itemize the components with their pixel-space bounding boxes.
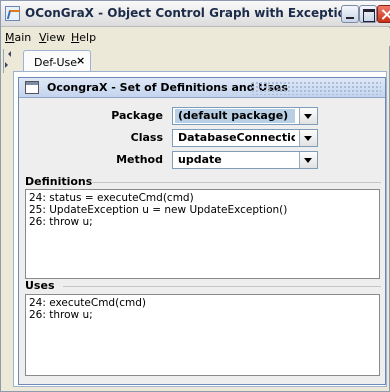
menu-view[interactable]: View: [39, 31, 65, 44]
definitions-title: Definitions: [25, 175, 93, 188]
use-line: 24: executeCmd(cmd): [29, 297, 146, 309]
window-icon: [25, 81, 39, 94]
definitions-divider: [91, 182, 381, 183]
minimize-icon[interactable]: [341, 5, 359, 23]
menu-help-label: elp: [79, 31, 97, 44]
title-bar[interactable]: OConGraX - Object Control Graph with Exc…: [1, 1, 390, 27]
method-label: Method: [116, 153, 163, 166]
chevron-down-icon[interactable]: [299, 152, 317, 168]
menu-main-mnemonic: M: [5, 31, 15, 44]
close-icon[interactable]: [377, 5, 390, 23]
definition-line: 24: status = executeCmd(cmd): [29, 192, 194, 204]
method-select[interactable]: update: [172, 151, 318, 169]
uses-title: Uses: [25, 279, 55, 292]
use-line: 26: throw u;: [29, 309, 93, 321]
def-use-panel: OcongraX - Set of Definitions and Uses P…: [18, 77, 386, 385]
tab-def-use[interactable]: Def-Use ×: [23, 50, 91, 72]
definition-line: 25: UpdateException u = new UpdateExcept…: [29, 204, 288, 216]
package-select[interactable]: (default package): [172, 107, 318, 125]
menu-view-label: iew: [46, 31, 66, 44]
menu-main[interactable]: Main: [5, 31, 31, 44]
class-label: Class: [130, 131, 163, 144]
chevron-down-icon[interactable]: [299, 130, 317, 146]
package-label: Package: [111, 109, 163, 122]
class-value: DatabaseConnection: [178, 131, 295, 144]
tab-label: Def-Use: [34, 56, 78, 69]
method-value: update: [178, 153, 222, 166]
menu-help[interactable]: Help: [71, 31, 96, 44]
java-app-icon: [5, 6, 20, 21]
maximize-icon[interactable]: [359, 5, 377, 23]
menu-bar: Main View Help: [1, 28, 390, 46]
panel-title: OcongraX - Set of Definitions and Uses: [47, 81, 288, 94]
definition-line: 26: throw u;: [29, 216, 93, 228]
window-title: OConGraX - Object Control Graph with Exc…: [25, 6, 362, 20]
uses-divider: [63, 286, 381, 287]
uses-textarea[interactable]: 24: executeCmd(cmd) 26: throw u;: [25, 294, 380, 376]
app-window: OConGraX - Object Control Graph with Exc…: [0, 0, 390, 392]
package-value: (default package): [175, 109, 295, 123]
definitions-textarea[interactable]: 24: status = executeCmd(cmd) 25: UpdateE…: [25, 189, 380, 279]
tab-close-icon[interactable]: ×: [76, 54, 85, 67]
panel-header[interactable]: OcongraX - Set of Definitions and Uses: [19, 78, 385, 98]
class-select[interactable]: DatabaseConnection: [172, 129, 318, 147]
menu-main-label: ain: [14, 31, 32, 44]
split-pane-handle[interactable]: [3, 49, 11, 73]
chevron-down-icon[interactable]: [299, 108, 317, 124]
